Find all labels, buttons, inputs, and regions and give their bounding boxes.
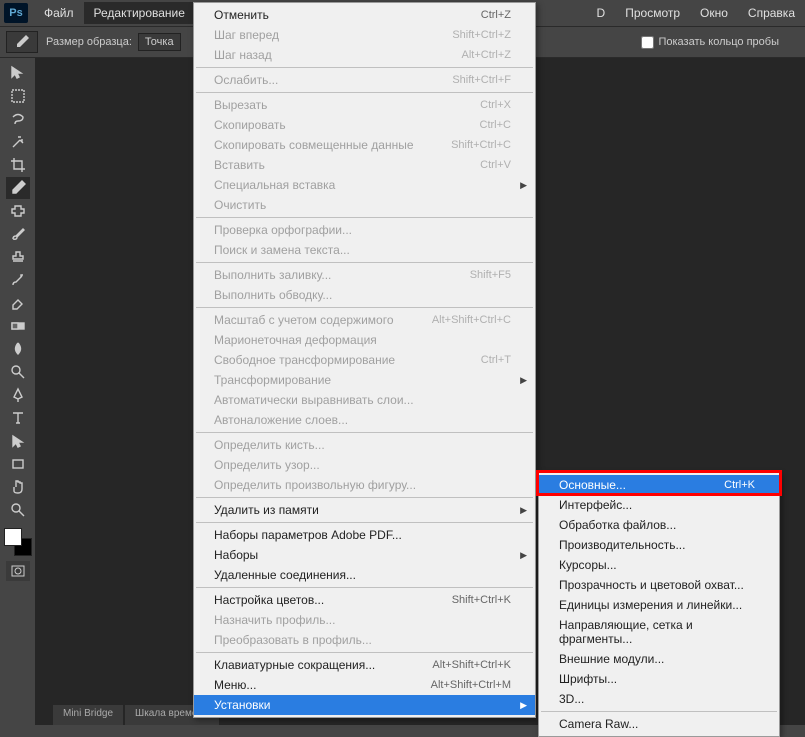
menu-item[interactable]: Удалить из памяти▶	[194, 500, 535, 520]
submenu-item[interactable]: Производительность...	[539, 535, 779, 555]
menu-item[interactable]: Установки▶	[194, 695, 535, 715]
color-swatch[interactable]	[4, 528, 32, 556]
menu-item: Автоматически выравнивать слои...	[194, 390, 535, 410]
show-ring-checkbox[interactable]: Показать кольцо пробы	[641, 36, 779, 49]
menu-edit[interactable]: Редактирование	[84, 2, 195, 24]
wand-tool[interactable]	[6, 131, 30, 153]
menu-item: Трансформирование▶	[194, 370, 535, 390]
menu-item: Скопировать совмещенные данныеShift+Ctrl…	[194, 135, 535, 155]
menu-item: Ослабить...Shift+Ctrl+F	[194, 70, 535, 90]
path-select-tool[interactable]	[6, 430, 30, 452]
menu-item[interactable]: Клавиатурные сокращения...Alt+Shift+Ctrl…	[194, 655, 535, 675]
menu-item: Масштаб с учетом содержимогоAlt+Shift+Ct…	[194, 310, 535, 330]
move-tool[interactable]	[6, 62, 30, 84]
submenu-item[interactable]: Прозрачность и цветовой охват...	[539, 575, 779, 595]
menu-item: Шаг назадAlt+Ctrl+Z	[194, 45, 535, 65]
menu-item: ВырезатьCtrl+X	[194, 95, 535, 115]
submenu-item[interactable]: Внешние модули...	[539, 649, 779, 669]
menu-item: Свободное трансформированиеCtrl+T	[194, 350, 535, 370]
sample-size-label: Размер образца:	[46, 36, 132, 48]
menu-item: Проверка орфографии...	[194, 220, 535, 240]
tool-preset-picker[interactable]	[6, 31, 38, 53]
menu-item[interactable]: Удаленные соединения...	[194, 565, 535, 585]
menu-item[interactable]: Наборы▶	[194, 545, 535, 565]
menu-item: Выполнить обводку...	[194, 285, 535, 305]
menu-item[interactable]: Меню...Alt+Shift+Ctrl+M	[194, 675, 535, 695]
eraser-tool[interactable]	[6, 292, 30, 314]
menu-item: Определить произвольную фигуру...	[194, 475, 535, 495]
menu-item: Марионеточная деформация	[194, 330, 535, 350]
menu-file[interactable]: Файл	[34, 2, 84, 24]
dodge-tool[interactable]	[6, 361, 30, 383]
show-ring-input[interactable]	[641, 36, 654, 49]
submenu-item[interactable]: Единицы измерения и линейки...	[539, 595, 779, 615]
menu-item: Выполнить заливку...Shift+F5	[194, 265, 535, 285]
submenu-item[interactable]: Интерфейс...	[539, 495, 779, 515]
show-ring-label: Показать кольцо пробы	[658, 36, 779, 48]
hand-tool[interactable]	[6, 476, 30, 498]
ps-logo: Ps	[4, 3, 28, 23]
submenu-item[interactable]: Шрифты...	[539, 669, 779, 689]
quick-mask-toggle[interactable]	[6, 561, 30, 581]
submenu-item[interactable]: Курсоры...	[539, 555, 779, 575]
submenu-item[interactable]: 3D...	[539, 689, 779, 709]
zoom-tool[interactable]	[6, 499, 30, 521]
menu-item: Автоналожение слоев...	[194, 410, 535, 430]
menu-item: Специальная вставка▶	[194, 175, 535, 195]
menu-item: Очистить	[194, 195, 535, 215]
healing-tool[interactable]	[6, 200, 30, 222]
menu-help[interactable]: Справка	[738, 2, 805, 24]
fg-color[interactable]	[4, 528, 22, 546]
rectangle-tool[interactable]	[6, 453, 30, 475]
pen-tool[interactable]	[6, 384, 30, 406]
blur-tool[interactable]	[6, 338, 30, 360]
menu-view[interactable]: Просмотр	[615, 2, 690, 24]
menu-d[interactable]: D	[587, 2, 616, 24]
menu-item: ВставитьCtrl+V	[194, 155, 535, 175]
menu-window[interactable]: Окно	[690, 2, 738, 24]
submenu-item[interactable]: Основные...Ctrl+K	[539, 475, 779, 495]
submenu-item[interactable]: Camera Raw...	[539, 714, 779, 734]
menu-item: Преобразовать в профиль...	[194, 630, 535, 650]
menu-item: Определить узор...	[194, 455, 535, 475]
edit-menu-dropdown: ОтменитьCtrl+ZШаг впередShift+Ctrl+ZШаг …	[193, 2, 536, 718]
lasso-tool[interactable]	[6, 108, 30, 130]
crop-tool[interactable]	[6, 154, 30, 176]
toolbar	[0, 58, 35, 725]
brush-tool[interactable]	[6, 223, 30, 245]
type-tool[interactable]	[6, 407, 30, 429]
gradient-tool[interactable]	[6, 315, 30, 337]
menu-item[interactable]: Настройка цветов...Shift+Ctrl+K	[194, 590, 535, 610]
menu-item[interactable]: ОтменитьCtrl+Z	[194, 5, 535, 25]
stamp-tool[interactable]	[6, 246, 30, 268]
menu-item: Определить кисть...	[194, 435, 535, 455]
preferences-submenu: Основные...Ctrl+KИнтерфейс...Обработка ф…	[538, 472, 780, 737]
eyedropper-icon	[14, 34, 30, 50]
menu-item[interactable]: Наборы параметров Adobe PDF...	[194, 525, 535, 545]
sample-size-dropdown[interactable]: Точка	[138, 33, 181, 51]
menu-item: Шаг впередShift+Ctrl+Z	[194, 25, 535, 45]
submenu-item[interactable]: Направляющие, сетка и фрагменты...	[539, 615, 779, 649]
tab-minibridge[interactable]: Mini Bridge	[53, 705, 123, 725]
menu-item: Поиск и замена текста...	[194, 240, 535, 260]
rect-select-tool[interactable]	[6, 85, 30, 107]
menu-item: Назначить профиль...	[194, 610, 535, 630]
submenu-item[interactable]: Обработка файлов...	[539, 515, 779, 535]
menu-item: СкопироватьCtrl+C	[194, 115, 535, 135]
eyedropper-tool[interactable]	[6, 177, 30, 199]
history-brush-tool[interactable]	[6, 269, 30, 291]
